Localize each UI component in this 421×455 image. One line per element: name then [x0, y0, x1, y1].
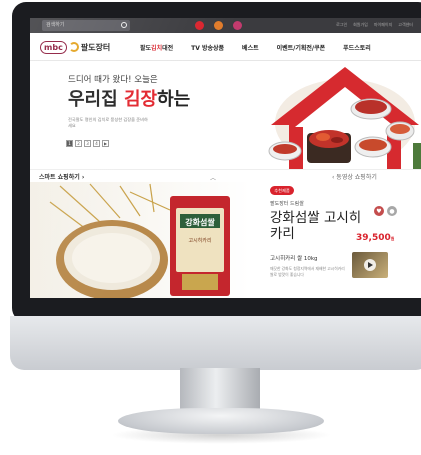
- smart-shopping-link[interactable]: 스마트 쇼핑하기 ›: [39, 172, 84, 181]
- smart-shopping-bar: 스마트 쇼핑하기 › ︿ ‹ 동영상 쇼핑하기: [30, 169, 421, 182]
- pager-next-button[interactable]: ▶: [102, 140, 109, 147]
- gift-icon[interactable]: [214, 21, 223, 30]
- hero-banner[interactable]: 드디어 때가 왔다! 오늘은 우리집 김장하는 날! 전국팔도 명인의 김치로 …: [30, 61, 421, 169]
- video-shopping-link[interactable]: ‹ 동영상 쇼핑하기: [332, 172, 377, 181]
- product-price: 39,500원: [356, 233, 394, 243]
- main-nav: mbc 팔도장터 팔도김치대전 TV 방송상품 베스트 이벤트/기획전/쿠폰 푸…: [30, 33, 421, 61]
- product-section: 강화섬쌀 고시히카리 추천제품 팔도장터 드림쌀 강화섬쌀 고시히카리 ♥ ● …: [30, 182, 421, 298]
- kimchi-food-image: [195, 61, 421, 169]
- video-thumbnail[interactable]: [352, 252, 388, 278]
- bag-subtitle: 고시히카리: [188, 237, 211, 244]
- monitor-stand-base: [118, 408, 324, 434]
- event-icon[interactable]: [195, 21, 204, 30]
- search-input[interactable]: 검색하기: [42, 20, 130, 31]
- product-name[interactable]: 강화섬쌀 고시히카리: [270, 210, 370, 242]
- top-icons: [195, 21, 242, 30]
- nav-item-accent: 김치: [151, 45, 163, 52]
- price-value: 39,500: [356, 233, 391, 243]
- cart-icon[interactable]: ●: [387, 206, 397, 216]
- top-link[interactable]: 로그인: [336, 22, 347, 28]
- bag-title: 강화섬쌀: [185, 217, 215, 227]
- product-actions: ♥ ●: [374, 206, 397, 216]
- top-link[interactable]: 고객센터: [398, 22, 413, 28]
- monitor-chin: [10, 316, 421, 370]
- hero-title-accent: 김장: [123, 89, 158, 110]
- price-unit: 원: [390, 236, 395, 241]
- nav-item-event[interactable]: 이벤트/기획전/쿠폰: [277, 43, 326, 52]
- rice-product-image: 강화섬쌀 고시히카리: [49, 183, 230, 298]
- nav-item-kimchi[interactable]: 팔도김치대전: [140, 43, 173, 52]
- search-placeholder: 검색하기: [46, 22, 65, 28]
- product-badge: 추천제품: [270, 186, 294, 195]
- nav-item-prefix: 팔도: [140, 45, 152, 52]
- screen: 검색하기 로그인 회원가입 마이페이지 고객센터 mbc 팔도장터 팔도김치대전…: [30, 18, 421, 298]
- search-icon[interactable]: [121, 22, 127, 28]
- nav-menu: 팔도김치대전 TV 방송상품 베스트 이벤트/기획전/쿠폰 푸드스토리: [140, 43, 371, 52]
- pager-button[interactable]: 2: [75, 140, 82, 147]
- hero-subtitle: 드디어 때가 왔다! 오늘은: [68, 75, 158, 85]
- pager-button[interactable]: 3: [84, 140, 91, 147]
- pager-button[interactable]: 1: [66, 140, 73, 147]
- product-description: 깨끗한 강화도 청정지역에서 재배한 고시히카리 쌀로 밥맛이 좋습니다: [270, 266, 345, 277]
- hero-description: 전국팔도 명인의 김치로 풍성한 김장을 준비하세요: [68, 117, 148, 128]
- chevron-up-icon[interactable]: ︿: [210, 173, 216, 182]
- top-link[interactable]: 마이페이지: [374, 22, 392, 28]
- logo-mark: mbc: [40, 40, 67, 54]
- product-brand: 팔도장터 드림쌀: [270, 201, 304, 207]
- hero-title-pre: 우리집: [68, 89, 124, 110]
- pager-button[interactable]: 4: [93, 140, 100, 147]
- product-spec: 고시히카리 쌀 10kg: [270, 256, 318, 262]
- nav-item-suffix: 대전: [162, 45, 174, 52]
- nav-item-tv[interactable]: TV 방송상품: [191, 43, 224, 52]
- nav-item-best[interactable]: 베스트: [242, 43, 259, 52]
- heart-icon[interactable]: ♥: [374, 206, 384, 216]
- hero-pager: 1 2 3 4 ▶: [66, 140, 109, 147]
- top-link[interactable]: 회원가입: [353, 22, 368, 28]
- play-icon[interactable]: [364, 259, 376, 271]
- top-bar: 검색하기 로그인 회원가입 마이페이지 고객센터: [30, 18, 421, 33]
- nav-item-foodstory[interactable]: 푸드스토리: [343, 43, 371, 52]
- top-links: 로그인 회원가입 마이페이지 고객센터: [336, 22, 413, 28]
- coupon-icon[interactable]: [233, 21, 242, 30]
- site-logo[interactable]: mbc 팔도장터: [40, 39, 110, 55]
- logo-arc-icon: [68, 42, 79, 52]
- logo-name: 팔도장터: [80, 42, 111, 52]
